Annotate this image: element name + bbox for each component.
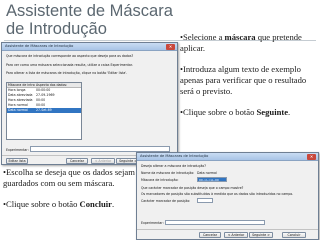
placeholder-label: Carácter marcador de posição: [141,199,191,203]
try-label: Experimentar: [6,148,29,152]
left-bullet-list: •Escolha se deseja que os dados sejam gu… [3,167,135,220]
dialog-2-title: Assistente de Máscaras de Introdução [140,154,209,158]
next-button[interactable]: Seguinte > [249,232,273,238]
cancel-button[interactable]: Cancelar [199,232,221,238]
dialog-1-instruction-1: Que máscara de introdução corresponde ao… [6,54,134,58]
close-icon[interactable]: ✕ [307,154,316,160]
cancel-button[interactable]: Cancelar [66,158,88,164]
dialog-1-title: Assistente de Máscaras de Introdução [5,44,74,48]
mask-label: Máscara de introdução: [141,178,179,182]
slide-title-line-2: de Introdução [6,20,107,38]
slide-title-line-1: Assistente de Máscara [6,2,173,20]
input-mask-wizard-dialog-2: Assistente de Máscaras de Introdução ✕ D… [136,152,319,240]
bullet-choose-storage: •Escolha se deseja que os dados sejam gu… [3,167,135,188]
close-icon[interactable]: ✕ [166,44,175,50]
bullet-click-next: •Clique sobre o botão Seguinte. [180,107,291,117]
mask-name-cell: Data normal [8,108,28,112]
mask-name-value: Data normal [197,171,217,175]
dialog-1-titlebar: Assistente de Máscaras de Introdução ✕ [2,43,177,51]
placeholder-explanation: Os marcadores de posição são substituído… [141,192,294,196]
input-mask-wizard-dialog-1: Assistente de Máscaras de Introdução ✕ Q… [1,42,178,165]
dialog-1-instruction-2: Para ver como uma máscara seleccionada r… [6,63,133,67]
input-mask-list[interactable]: Máscara de introdução: Aspecto dos dados… [6,82,82,140]
list-item[interactable]: Data normal 27-Set-69 [7,108,81,113]
bullet-enter-sample: •Introduza algum texto de exemplo apenas… [180,64,307,96]
back-button[interactable]: < Anterior [91,158,115,164]
dialog-2-separator [137,229,318,230]
bullet-click-finish: •Clique sobre o botão Concluir. [3,199,115,209]
column-header-appearance[interactable]: Aspecto dos dados: [35,83,81,87]
try-label: Experimentar: [141,221,164,225]
bullet-select-mask: •Selecione a máscara que pretende aplica… [180,32,302,53]
mask-name-label: Nome da máscara de introdução: [141,171,195,175]
finish-button[interactable]: Concluir [282,232,306,238]
dialog-1-instruction-3: Para alterar a lista de máscaras de intr… [6,71,128,75]
slide-title: Assistente de Máscara de Introdução [6,2,176,38]
mask-field[interactable]: 00->L<LL-00 [197,177,227,182]
mask-appearance-cell: 27-Set-69 [36,108,52,112]
back-button[interactable]: < Anterior [224,232,248,238]
dialog-2-question: Deseja alterar a máscara de introdução? [141,164,206,168]
placeholder-question: Que carácter marcador de posição deseja … [141,186,244,190]
edit-list-button[interactable]: Editar lista [6,158,28,164]
column-header-mask[interactable]: Máscara de introdução: [7,83,35,87]
right-bullet-list: •Selecione a máscara que pretende aplica… [180,32,318,128]
placeholder-select[interactable] [197,198,213,203]
try-input[interactable] [165,220,265,225]
dialog-2-titlebar: Assistente de Máscaras de Introdução ✕ [137,153,318,161]
